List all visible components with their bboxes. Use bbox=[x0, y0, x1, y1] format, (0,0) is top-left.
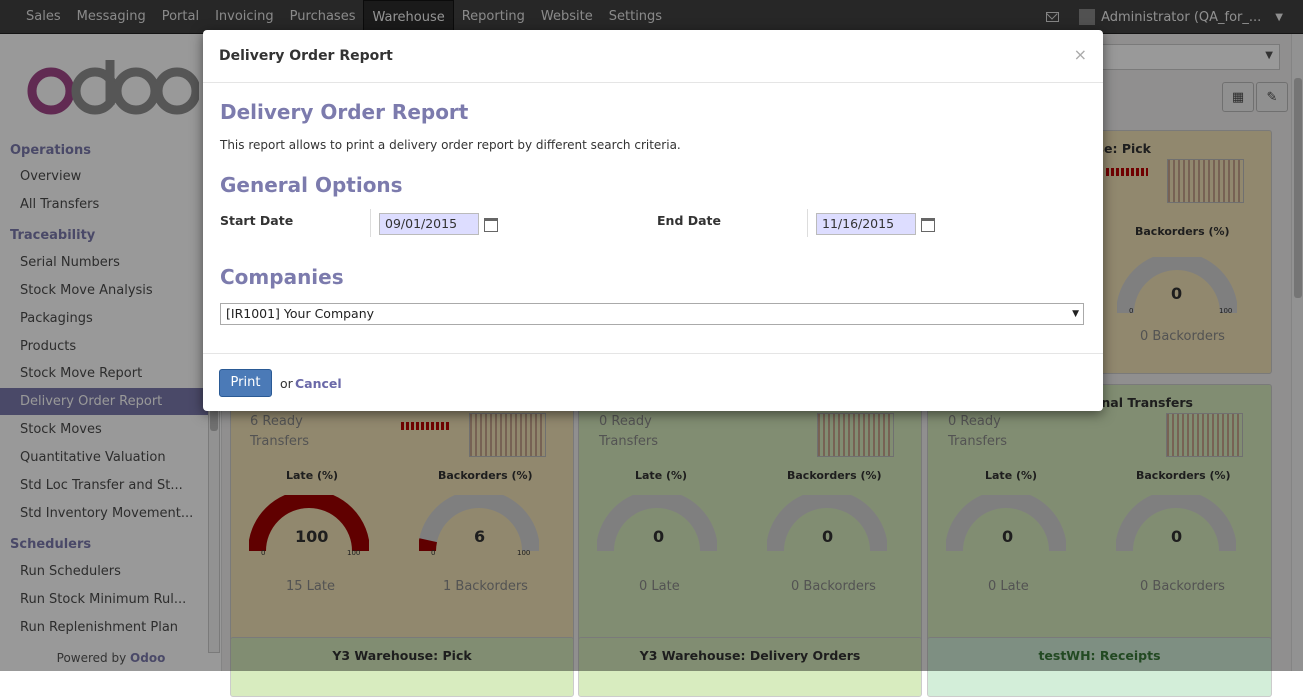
dialog-header: Delivery Order Report × bbox=[203, 30, 1103, 83]
dialog-footer: Print or Cancel bbox=[203, 353, 1103, 411]
calendar-icon[interactable] bbox=[484, 218, 498, 232]
chevron-down-icon[interactable]: ▼ bbox=[1072, 304, 1079, 324]
report-description: This report allows to print a delivery o… bbox=[220, 138, 681, 152]
divider bbox=[807, 209, 808, 237]
report-heading: Delivery Order Report bbox=[220, 100, 469, 124]
start-date-field[interactable]: 09/01/2015 bbox=[379, 213, 479, 235]
dialog-title: Delivery Order Report bbox=[219, 48, 393, 64]
calendar-icon[interactable] bbox=[921, 218, 935, 232]
company-select[interactable]: [IR1001] Your Company ▼ bbox=[220, 303, 1084, 325]
end-date-label: End Date bbox=[657, 213, 722, 228]
end-date-field[interactable]: 11/16/2015 bbox=[816, 213, 916, 235]
print-button[interactable]: Print bbox=[219, 369, 272, 397]
cancel-link[interactable]: Cancel bbox=[295, 376, 342, 391]
start-date-label: Start Date bbox=[220, 213, 294, 228]
general-options-heading: General Options bbox=[220, 173, 403, 197]
or-label: or bbox=[280, 376, 293, 391]
divider bbox=[370, 209, 371, 237]
close-icon[interactable]: × bbox=[1074, 45, 1087, 64]
company-selected-value: [IR1001] Your Company bbox=[226, 306, 375, 321]
delivery-order-report-dialog: Delivery Order Report × Delivery Order R… bbox=[203, 30, 1103, 411]
companies-heading: Companies bbox=[220, 265, 344, 289]
